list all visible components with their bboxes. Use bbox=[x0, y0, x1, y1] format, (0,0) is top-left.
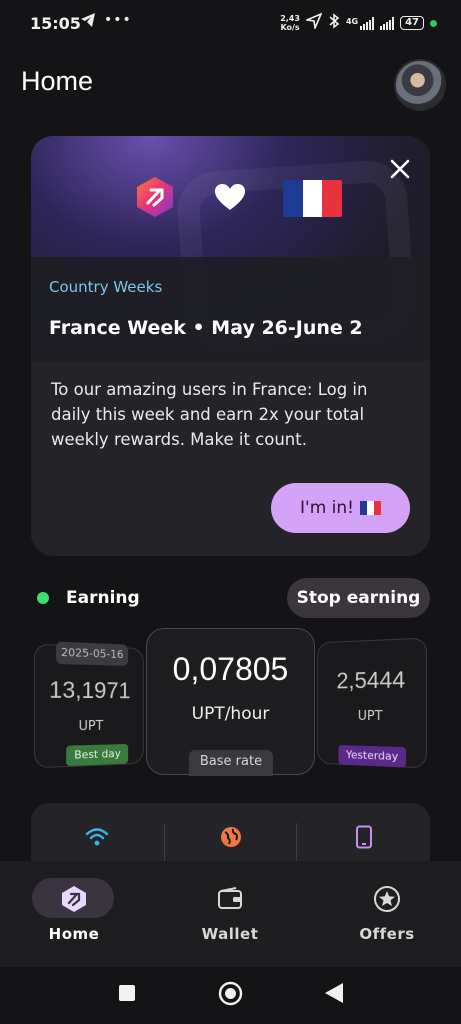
home-circle-icon[interactable] bbox=[218, 981, 243, 1010]
bluetooth-icon bbox=[328, 13, 340, 33]
earning-status-label: Earning bbox=[66, 588, 140, 608]
phone-icon[interactable] bbox=[352, 825, 376, 849]
promo-body: To our amazing users in France: Log in d… bbox=[51, 380, 368, 449]
network-sources-card bbox=[31, 803, 430, 863]
more-notifications-icon: ••• bbox=[104, 12, 132, 28]
cell-signal-icon bbox=[380, 16, 395, 30]
wallet-icon bbox=[216, 885, 244, 913]
im-in-button[interactable]: I'm in! bbox=[271, 483, 410, 533]
nav-label-offers: Offers bbox=[359, 925, 415, 943]
nav-item-offers[interactable]: Offers bbox=[327, 861, 447, 967]
stop-earning-button[interactable]: Stop earning bbox=[287, 578, 430, 618]
brand-logo-icon bbox=[60, 885, 88, 913]
yesterday-badge: Yesterday bbox=[338, 745, 407, 768]
close-icon[interactable] bbox=[387, 156, 413, 182]
best-day-badge: Best day bbox=[66, 743, 129, 767]
telegram-icon bbox=[80, 12, 96, 32]
base-rate-card[interactable]: 0,07805 UPT/hour Base rate bbox=[146, 628, 315, 776]
brand-logo-icon bbox=[135, 176, 175, 218]
heart-icon bbox=[214, 183, 246, 211]
nav-item-wallet[interactable]: Wallet bbox=[170, 861, 290, 967]
avatar[interactable] bbox=[394, 59, 446, 111]
back-triangle-icon[interactable] bbox=[324, 982, 344, 1008]
best-day-date: 2025-05-16 bbox=[55, 641, 129, 667]
globe-icon[interactable] bbox=[219, 825, 243, 849]
base-rate-unit: UPT/hour bbox=[191, 704, 270, 724]
france-flag-icon bbox=[359, 501, 381, 515]
yesterday-value: 2,5444 bbox=[336, 666, 406, 694]
best-day-value: 13,1971 bbox=[49, 676, 131, 704]
status-time: 15:05 bbox=[30, 14, 81, 33]
earning-status-dot bbox=[37, 592, 49, 604]
promo-title: France Week • May 26-June 2 bbox=[49, 317, 363, 339]
promo-card: Country Weeks France Week • May 26-June … bbox=[31, 136, 430, 556]
location-arrow-icon bbox=[304, 12, 323, 33]
yesterday-unit: UPT bbox=[357, 708, 383, 725]
cell-signal-4g-icon: 4G bbox=[346, 16, 375, 30]
base-rate-value: 0,07805 bbox=[172, 651, 289, 687]
best-day-card[interactable]: 2025-05-16 13,1971 UPT Best day bbox=[34, 641, 144, 769]
nav-label-wallet: Wallet bbox=[201, 925, 259, 943]
best-day-unit: UPT bbox=[78, 718, 104, 735]
star-circle-icon bbox=[373, 885, 401, 913]
promo-tag: Country Weeks bbox=[49, 278, 163, 296]
nav-item-home[interactable]: Home bbox=[14, 861, 134, 967]
wifi-icon[interactable] bbox=[85, 825, 109, 849]
base-rate-badge: Base rate bbox=[189, 750, 273, 776]
page-title: Home bbox=[21, 66, 94, 96]
france-flag-icon bbox=[283, 180, 342, 217]
network-speed: 2,43 Ko/s bbox=[280, 14, 300, 32]
nav-label-home: Home bbox=[48, 925, 100, 943]
bottom-nav: Home Wallet Offers bbox=[0, 861, 461, 967]
status-bar: 15:05 ••• 2,43 Ko/s 4G 47 bbox=[0, 0, 461, 50]
battery-icon: 47 bbox=[400, 16, 424, 30]
yesterday-card[interactable]: 2,5444 UPT Yesterday bbox=[317, 637, 427, 769]
recents-square-icon[interactable] bbox=[118, 984, 136, 1006]
privacy-indicator-dot bbox=[430, 19, 437, 27]
system-navigation-bar bbox=[0, 967, 461, 1024]
